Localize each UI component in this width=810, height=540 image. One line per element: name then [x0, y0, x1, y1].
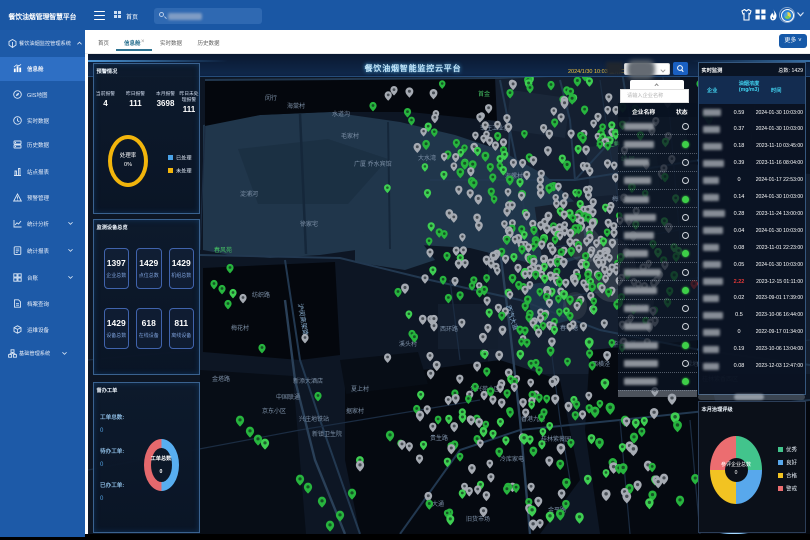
svg-text:淀浦河: 淀浦河	[240, 190, 258, 198]
svg-text:闵行: 闵行	[265, 94, 277, 102]
svg-text:京东小区: 京东小区	[262, 407, 286, 415]
svg-text:贵生路: 贵生路	[430, 434, 448, 442]
svg-text:毛家村: 毛家村	[341, 132, 359, 140]
svg-text:海棠村: 海棠村	[287, 102, 305, 110]
svg-text:夏上村: 夏上村	[351, 385, 369, 393]
svg-text:首金: 首金	[478, 90, 490, 98]
svg-text:纺织路: 纺织路	[252, 291, 270, 299]
svg-text:大水湾: 大水湾	[418, 154, 436, 162]
svg-text:新添大酒店: 新添大酒店	[293, 377, 323, 385]
svg-text:金塔路: 金塔路	[212, 375, 230, 383]
svg-text:春风苑: 春风苑	[214, 246, 232, 254]
svg-text:新镇卫生院: 新镇卫生院	[312, 430, 342, 438]
svg-text:西环路: 西环路	[440, 325, 458, 333]
svg-text:据家村: 据家村	[346, 407, 364, 415]
svg-text:冷库家电: 冷库家电	[500, 455, 524, 463]
svg-text:中国联通: 中国联通	[276, 393, 300, 401]
svg-text:旧货市场: 旧货市场	[466, 515, 490, 523]
svg-text:兴庄地铁站: 兴庄地铁站	[299, 415, 329, 423]
svg-text:水道沟: 水道沟	[332, 110, 350, 118]
svg-text:桂林紫薇园: 桂林紫薇园	[541, 435, 571, 443]
svg-text:大通: 大通	[432, 500, 444, 508]
svg-text:梅花村: 梅花村	[231, 324, 249, 332]
svg-text:徐家宅: 徐家宅	[300, 220, 318, 228]
svg-text:广厦 乔水宾馆: 广厦 乔水宾馆	[354, 160, 392, 168]
